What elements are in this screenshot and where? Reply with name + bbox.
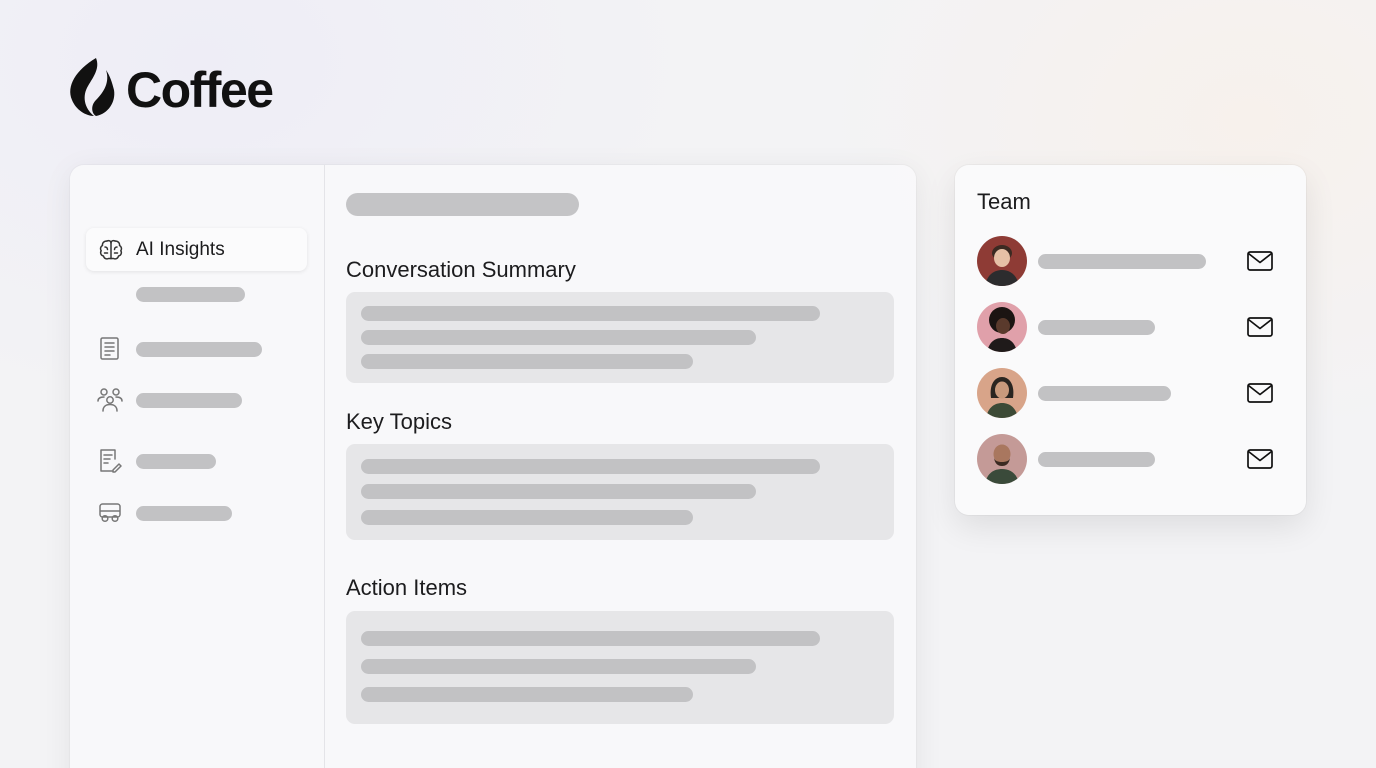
key-topics-box — [346, 444, 894, 540]
bus-icon — [94, 499, 126, 527]
sidebar-item-transport[interactable] — [94, 499, 232, 527]
member-name-placeholder — [1038, 452, 1155, 467]
text-line-placeholder — [361, 631, 820, 646]
sidebar-item-documents[interactable] — [94, 335, 262, 363]
note-edit-icon — [94, 447, 126, 475]
team-card: Team — [955, 165, 1306, 515]
conversation-summary-box — [346, 292, 894, 383]
people-icon — [94, 386, 126, 414]
avatar — [977, 302, 1027, 352]
text-line-placeholder — [361, 354, 693, 369]
mail-icon[interactable] — [1245, 314, 1275, 340]
team-member[interactable] — [977, 236, 1287, 286]
avatar — [977, 236, 1027, 286]
text-line-placeholder — [361, 459, 820, 474]
sidebar-item-notes[interactable] — [94, 447, 216, 475]
document-icon — [94, 335, 126, 363]
avatar — [977, 434, 1027, 484]
action-items-box — [346, 611, 894, 724]
text-line-placeholder — [361, 306, 820, 321]
member-name-placeholder — [1038, 320, 1155, 335]
sidebar-item-label-placeholder — [136, 505, 232, 521]
mail-icon[interactable] — [1245, 380, 1275, 406]
sidebar-item-ai-insights[interactable]: AI Insights — [86, 228, 307, 271]
sidebar: AI Insights — [70, 165, 325, 768]
team-title: Team — [977, 189, 1031, 214]
text-line-placeholder — [361, 330, 756, 345]
team-member[interactable] — [977, 302, 1287, 352]
text-line-placeholder — [361, 484, 756, 499]
sidebar-item-label-placeholder — [136, 453, 216, 469]
section-heading-action-items: Action Items — [346, 575, 468, 600]
sidebar-subitem-placeholder[interactable] — [136, 287, 245, 302]
sidebar-item-label-placeholder — [136, 392, 242, 408]
app-frame: Coffee AI Insights Conversation Summary … — [0, 0, 1376, 768]
team-member[interactable] — [977, 434, 1287, 484]
sidebar-item-label-placeholder — [136, 341, 262, 357]
brain-icon — [97, 236, 125, 264]
sidebar-item-label: AI Insights — [136, 238, 225, 260]
page-title-placeholder — [346, 193, 579, 216]
mail-icon[interactable] — [1245, 248, 1275, 274]
text-line-placeholder — [361, 659, 756, 674]
team-member[interactable] — [977, 368, 1287, 418]
insights-panel: AI Insights Conversation Summary Key Top… — [70, 165, 916, 768]
sidebar-item-people[interactable] — [94, 386, 242, 414]
logo: Coffee — [66, 56, 274, 123]
member-name-placeholder — [1038, 254, 1206, 269]
section-heading-summary: Conversation Summary — [346, 257, 576, 282]
coffee-bean-flame-icon — [66, 56, 116, 123]
text-line-placeholder — [361, 510, 693, 525]
section-heading-key-topics: Key Topics — [346, 409, 452, 434]
logo-text: Coffee — [126, 61, 274, 118]
member-name-placeholder — [1038, 386, 1171, 401]
avatar — [977, 368, 1027, 418]
text-line-placeholder — [361, 687, 693, 702]
mail-icon[interactable] — [1245, 446, 1275, 472]
